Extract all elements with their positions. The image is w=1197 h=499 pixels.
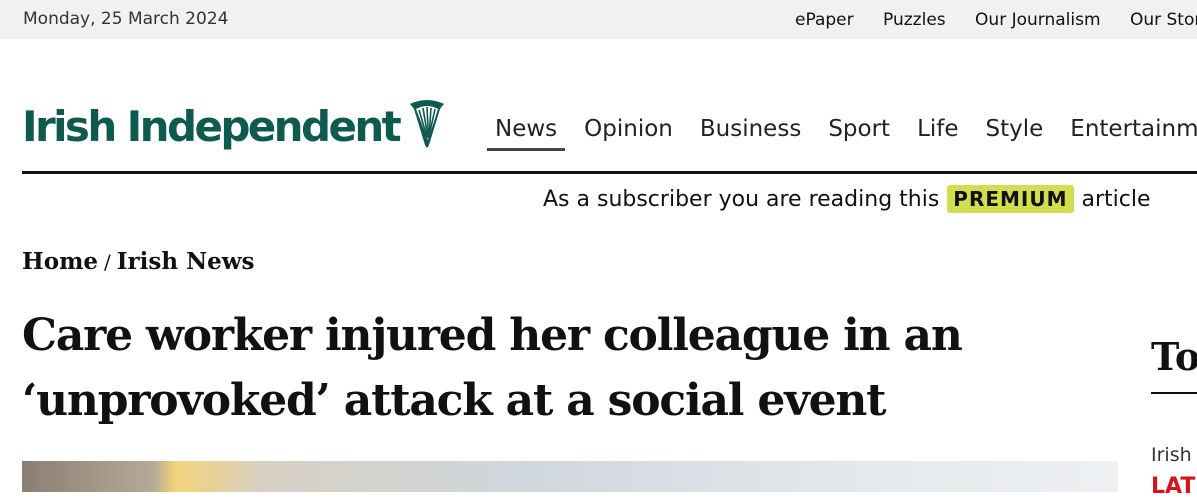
nav-item-sport[interactable]: Sport: [820, 112, 898, 151]
nav-item-style[interactable]: Style: [978, 112, 1052, 151]
nav-item-news[interactable]: News: [487, 112, 566, 151]
site-logo[interactable]: Irish Independent: [22, 98, 447, 154]
premium-badge: PREMIUM: [947, 185, 1074, 213]
our-story-link[interactable]: Our Stor: [1130, 10, 1197, 30]
nav-item-life[interactable]: Life: [909, 112, 966, 151]
top-utility-bar: Monday, 25 March 2024 ePaper Puzzles Our…: [0, 0, 1197, 39]
harp-icon: [407, 98, 447, 154]
subscriber-prefix: As a subscriber you are reading this: [543, 186, 940, 212]
puzzles-link[interactable]: Puzzles: [883, 10, 946, 30]
nav-item-entertainment[interactable]: Entertainm: [1062, 112, 1197, 151]
breadcrumb-section[interactable]: Irish News: [117, 248, 255, 275]
sidebar-heading: To: [1151, 334, 1197, 379]
logo-text: Irish Independent: [22, 101, 402, 151]
utility-links: ePaper Puzzles Our Journalism Our Stor: [795, 10, 1197, 30]
header-divider: [22, 171, 1197, 174]
epaper-link[interactable]: ePaper: [795, 10, 854, 30]
main-navigation: News Opinion Business Sport Life Style E…: [487, 112, 1197, 151]
nav-item-business[interactable]: Business: [692, 112, 809, 151]
article-headline: Care worker injured her colleague in an …: [22, 310, 963, 426]
subscriber-suffix: article: [1081, 186, 1151, 212]
breadcrumb: Home / Irish News: [22, 248, 255, 275]
our-journalism-link[interactable]: Our Journalism: [975, 10, 1100, 30]
breadcrumb-separator: /: [104, 250, 111, 274]
sidebar-category[interactable]: Irish: [1151, 444, 1192, 466]
subscriber-notice: As a subscriber you are reading this PRE…: [543, 185, 1151, 213]
article-hero-image: [22, 461, 1118, 492]
current-date: Monday, 25 March 2024: [23, 9, 229, 29]
sidebar-divider: [1151, 392, 1197, 394]
nav-item-opinion[interactable]: Opinion: [576, 112, 681, 151]
breadcrumb-home[interactable]: Home: [22, 248, 98, 275]
sidebar-latest-label: LAT: [1151, 474, 1196, 499]
